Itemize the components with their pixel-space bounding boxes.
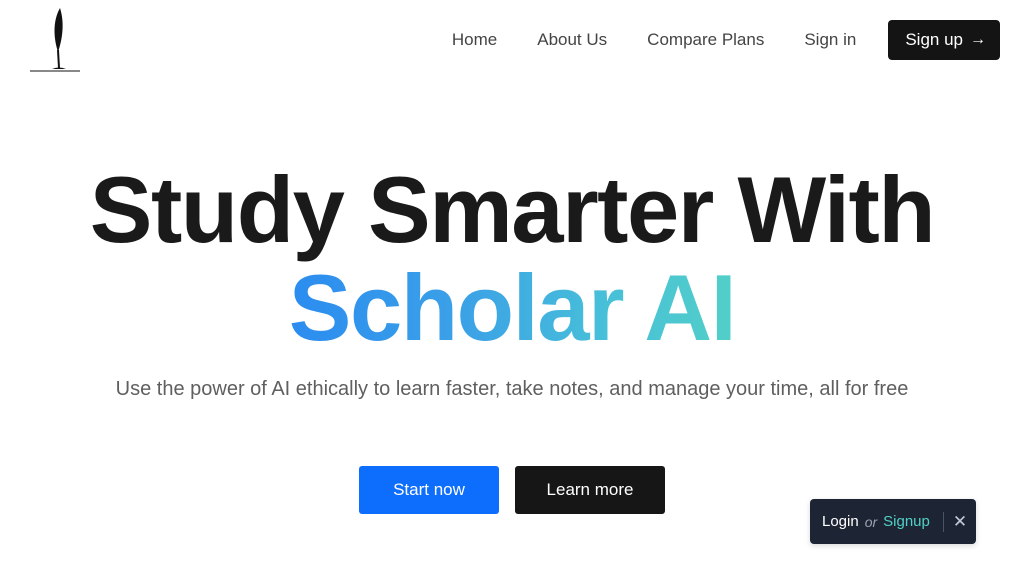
arrow-right-icon: → xyxy=(970,31,986,48)
toast-signup-link[interactable]: Signup xyxy=(883,513,930,530)
toast-divider xyxy=(942,511,944,532)
nav-compare-plans-link[interactable]: Compare Plans xyxy=(647,30,764,50)
signup-button[interactable]: Sign up → xyxy=(888,20,1000,60)
learn-more-button[interactable]: Learn more xyxy=(515,466,665,514)
toast-or-text: or xyxy=(864,513,878,530)
nav-home-link[interactable]: Home xyxy=(452,30,497,50)
toast-login-link[interactable]: Login xyxy=(822,513,859,530)
brand-name: Scholar AI xyxy=(288,255,737,360)
nav-signin-link[interactable]: Sign in xyxy=(804,30,856,50)
start-now-button[interactable]: Start now xyxy=(359,466,499,514)
signup-button-label: Sign up xyxy=(905,30,963,49)
hero-subtitle: Use the power of AI ethically to learn f… xyxy=(115,378,909,400)
auth-toast: Login or Signup ✕ xyxy=(810,499,976,544)
nav-about-link[interactable]: About Us xyxy=(537,30,607,50)
hero-title: Study Smarter With xyxy=(89,157,936,262)
top-nav: Home About Us Compare Plans Sign in Sign… xyxy=(452,20,1000,60)
close-icon[interactable]: ✕ xyxy=(953,512,967,532)
quill-logo-icon[interactable] xyxy=(28,6,82,74)
hero-title-brand: Scholar AI xyxy=(0,258,1024,358)
